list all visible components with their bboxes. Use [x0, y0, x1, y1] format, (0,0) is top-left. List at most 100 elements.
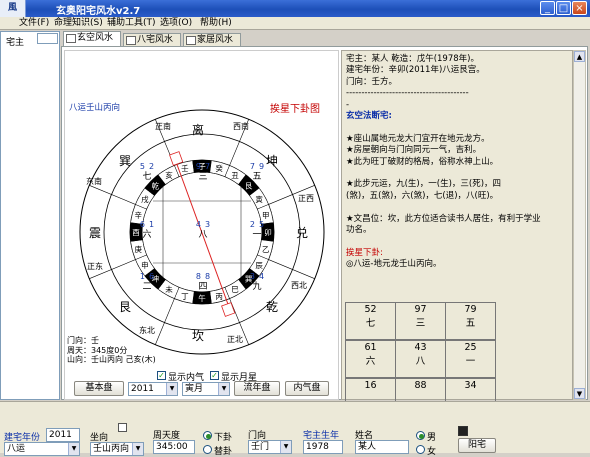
input-toolbar: 建宅年份 2011 八运 ▼ 坐向 壬山丙向 ▼ 周天度 345:00 下卦 替卦 … [0, 401, 590, 457]
stem-label: 寅 [255, 194, 263, 204]
yun-star: 六 [142, 230, 152, 240]
dir-zhengdong: 正东 [87, 262, 103, 271]
water-star: 5 [259, 220, 265, 229]
menu-tools[interactable]: 辅助工具(T) [104, 17, 159, 30]
yangzhai-button[interactable]: 阳宅 [458, 438, 496, 453]
floppy-icon[interactable] [458, 426, 468, 436]
grid-cell-yun: 五 [465, 318, 476, 329]
palace-stars-nw: 34九 [242, 272, 272, 292]
xiagua-label: 下卦 [214, 433, 233, 443]
male-label: 男 [427, 433, 437, 443]
degree-input[interactable]: 345:00 [153, 440, 195, 454]
basic-chart-button[interactable]: 基本盘 [74, 381, 124, 396]
dir-dongnan: 东南 [86, 177, 102, 186]
water-star: 7 [205, 162, 211, 171]
menu-options[interactable]: 选项(O) [157, 17, 195, 30]
zuo-select[interactable]: 壬山丙向 ▼ [90, 442, 144, 456]
stem-label: 乙 [262, 245, 270, 254]
grid-cell-stars: 88 [414, 380, 427, 391]
calendar-icon[interactable] [118, 423, 127, 432]
analysis-line: 挨星下卦: [346, 247, 383, 258]
grid-cell-stars: 52 [364, 304, 377, 315]
analysis-line: - [346, 99, 350, 110]
close-button[interactable]: × [572, 1, 587, 15]
palace-gen: 艮 [119, 300, 132, 314]
dir-dongbei: 东北 [139, 326, 155, 335]
palace-li: 离 [192, 123, 205, 137]
text-scrollbar[interactable]: ▲ ▼ [573, 50, 586, 400]
palace-stars-sw: 79五 [242, 162, 272, 182]
show-inner-checkbox[interactable]: ✓ [157, 371, 166, 380]
yun-star: 三 [198, 172, 208, 182]
menu-file[interactable]: 文件(F) [16, 17, 52, 30]
tab-icon [126, 36, 136, 45]
mountain-star: 6 [139, 220, 145, 229]
grid-cell-stars: 97 [414, 304, 427, 315]
xiagua-radio[interactable] [203, 431, 212, 440]
analysis-line: ★此为旺丁破财的格局，俗称水神上山。 [346, 156, 499, 167]
show-month-checkbox[interactable]: ✓ [210, 371, 219, 380]
male-radio[interactable] [416, 431, 425, 440]
stem-label: 丑 [231, 171, 239, 180]
analysis-line: 玄空法断宅: [346, 111, 392, 121]
palace-qian: 乾 [266, 300, 279, 314]
water-star: 6 [149, 272, 155, 281]
mountain-star: 5 [139, 162, 145, 171]
owner-list-panel[interactable]: 宅主 [0, 31, 60, 400]
grid-cell-yun: 六 [365, 356, 376, 367]
analysis-line: (煞)，五(煞)，六(煞)，七(退)，八(旺)。 [346, 190, 499, 201]
dir-zhengxi: 正西 [298, 194, 314, 203]
water-star: 3 [205, 220, 211, 229]
title-bar: 風 玄奥阳宅风水v2.7 _ □ × [0, 0, 590, 17]
water-star: 4 [259, 272, 265, 281]
analysis-line: 门向：壬方。 [346, 76, 398, 87]
menu-bar: 文件(F) 命理知识(S) 辅助工具(T) 选项(O) 帮助(H) [0, 17, 590, 30]
analysis-line: ★文昌位：坎，此方位适合读书人居住，有利于学业 [346, 213, 541, 224]
star-grid-cell: 25 一 [445, 340, 496, 378]
palace-xun: 巽 [119, 154, 132, 168]
year-select[interactable]: 2011 ▼ [128, 382, 178, 396]
analysis-line: ---------------------------------------- [346, 88, 469, 99]
door-select[interactable]: 壬门 ▼ [248, 440, 292, 454]
star-grid-cell: 79 五 [445, 302, 496, 340]
dir-zhengbei: 正北 [227, 335, 243, 344]
grid-cell-stars: 25 [464, 342, 477, 353]
grid-cell-stars: 16 [364, 380, 377, 391]
stem-label: 庚 [134, 244, 142, 254]
maximize-button[interactable]: □ [556, 1, 571, 15]
stem-label: 戌 [141, 194, 149, 204]
star-grid-cell: 43 八 [395, 340, 446, 378]
grid-cell-yun: 七 [365, 318, 376, 329]
tab-bazhai[interactable]: 八宅风水 [123, 33, 181, 46]
inner-chart-button[interactable]: 内气盘 [285, 381, 329, 396]
analysis-line: ★此步元运，九(生)，一(生)，三(死)，四 [346, 179, 502, 190]
tigua-label: 替卦 [214, 447, 233, 457]
yun-select[interactable]: 八运 ▼ [4, 442, 80, 456]
mountain-star: 1 [139, 272, 145, 281]
name-input[interactable]: 某人 [355, 440, 409, 454]
yun-star: 二 [142, 282, 152, 292]
stem-label: 申 [141, 260, 149, 270]
scroll-up-icon[interactable]: ▲ [574, 51, 585, 62]
yun-star: 五 [252, 172, 262, 182]
build-year-input[interactable]: 2011 [46, 428, 80, 442]
scroll-down-icon[interactable]: ▼ [574, 388, 585, 399]
stem-label: 丁 [181, 292, 189, 301]
tab-xuankong[interactable]: 玄空风水 [63, 31, 121, 46]
minimize-button[interactable]: _ [540, 1, 555, 15]
stem-label: 辰 [255, 261, 263, 270]
owner-field[interactable] [37, 33, 58, 44]
stem-label: 亥 [165, 170, 173, 180]
owner-year-input[interactable]: 1978 [303, 440, 343, 454]
month-select[interactable]: 寅月 ▼ [182, 382, 230, 396]
menu-knowledge[interactable]: 命理知识(S) [51, 17, 106, 30]
yun-star: 四 [198, 282, 208, 292]
menu-help[interactable]: 帮助(H) [197, 17, 235, 30]
tab-jiaju[interactable]: 家居风水 [183, 33, 241, 46]
tab-icon [66, 34, 76, 43]
mountain-star: 7 [249, 162, 255, 171]
water-star: 8 [205, 272, 211, 281]
flow-year-button[interactable]: 流年盘 [234, 381, 280, 396]
dir-zhengnan: 正南 [155, 122, 171, 131]
star-grid-cell: 34 [445, 378, 496, 402]
